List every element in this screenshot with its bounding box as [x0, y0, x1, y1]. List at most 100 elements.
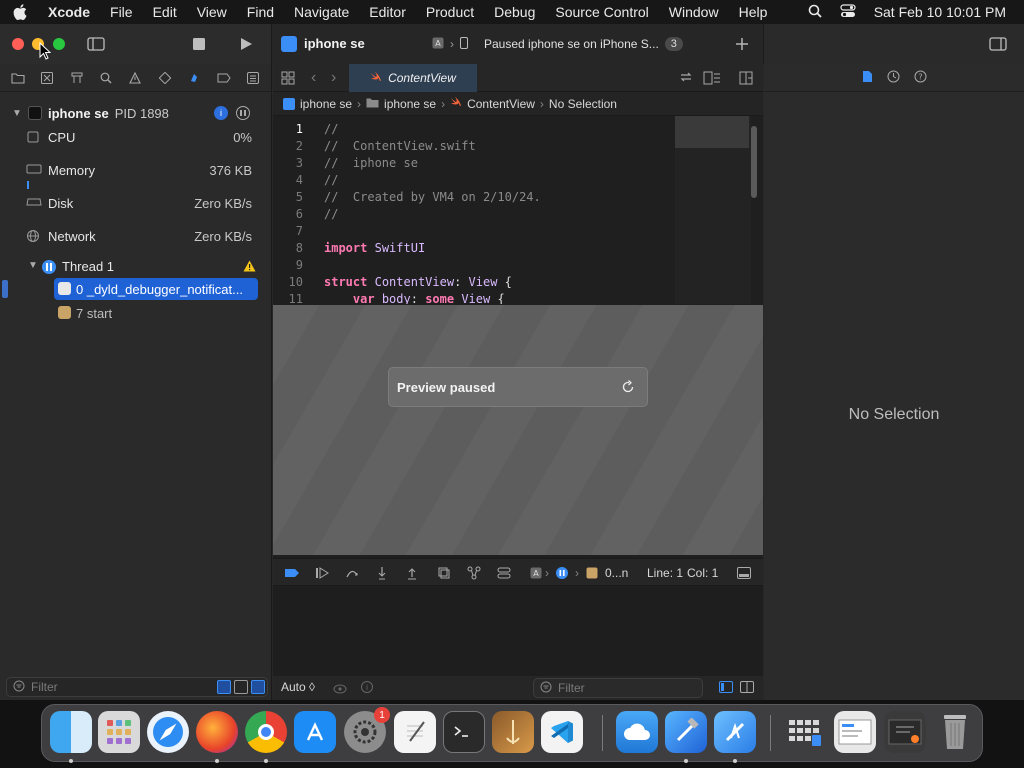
menu-navigate[interactable]: Navigate	[294, 4, 349, 20]
step-out-icon[interactable]	[403, 564, 421, 582]
breakpoints-toggle-icon[interactable]	[283, 564, 301, 582]
firefox-icon[interactable]	[196, 711, 238, 753]
close-window-button[interactable]	[12, 38, 24, 50]
right-pane-toggle-icon[interactable]	[740, 681, 754, 696]
filter-option-3-icon[interactable]	[251, 680, 265, 694]
console-filter[interactable]: Filter	[533, 678, 703, 698]
find-navigator-icon[interactable]	[96, 68, 115, 88]
minimap[interactable]	[675, 116, 751, 304]
breadcrumb-group[interactable]: iphone se	[384, 97, 436, 111]
filter-option-1-icon[interactable]	[217, 680, 231, 694]
file-inspector-icon[interactable]	[862, 70, 873, 86]
filter-option-2-icon[interactable]	[234, 680, 248, 694]
preview-canvas[interactable]: Preview paused	[273, 305, 763, 555]
memory-graph-icon[interactable]	[465, 564, 483, 582]
disclosure-open-icon[interactable]: ▼	[28, 260, 38, 271]
symbol-navigator-icon[interactable]	[67, 68, 86, 88]
screenshot-icon[interactable]	[834, 711, 876, 753]
apple-menu-icon[interactable]	[12, 4, 28, 20]
toggle-console-icon[interactable]	[735, 564, 753, 582]
step-into-icon[interactable]	[373, 564, 391, 582]
info-icon[interactable]: i	[214, 106, 228, 120]
refresh-preview-icon[interactable]	[621, 380, 637, 396]
zoom-window-button[interactable]	[53, 38, 65, 50]
control-center-icon[interactable]	[840, 3, 856, 21]
debug-navigator-icon[interactable]	[185, 68, 204, 88]
network-gauge[interactable]: Network Zero KB/s	[20, 225, 260, 255]
menu-view[interactable]: View	[197, 4, 227, 20]
terminal-icon[interactable]	[443, 711, 485, 753]
menu-clock[interactable]: Sat Feb 10 10:01 PM	[874, 4, 1006, 20]
downloads-icon[interactable]	[884, 711, 926, 753]
debug-frame-label[interactable]: 0...n	[605, 566, 628, 580]
activity-status[interactable]: A › Paused iphone se on iPhone S... 3	[432, 33, 683, 55]
warning-icon[interactable]	[243, 260, 256, 275]
report-navigator-icon[interactable]	[244, 68, 263, 88]
editor-options-icon[interactable]	[703, 71, 721, 88]
xcode-icon[interactable]	[665, 711, 707, 753]
disclosure-open-icon[interactable]: ▼	[12, 108, 24, 119]
stack-frame-row[interactable]: 7 start	[0, 302, 272, 324]
editor-grid-icon[interactable]	[281, 71, 295, 88]
memory-gauge[interactable]: Memory 376 KB	[20, 159, 260, 189]
console-mode-select[interactable]: Auto ◊	[281, 680, 315, 694]
info-circle-icon[interactable]: i	[361, 681, 373, 693]
breadcrumb-symbol[interactable]: No Selection	[549, 97, 617, 111]
eye-icon[interactable]	[333, 682, 347, 697]
back-chevron-icon[interactable]: ‹	[311, 69, 316, 87]
editor-scrollbar[interactable]	[751, 126, 757, 198]
disk-gauge[interactable]: Disk Zero KB/s	[20, 192, 260, 222]
continue-icon[interactable]	[313, 564, 331, 582]
safari-icon[interactable]	[147, 711, 189, 753]
finder-icon[interactable]	[50, 711, 92, 753]
breakpoint-navigator-icon[interactable]	[214, 68, 233, 88]
menu-editor[interactable]: Editor	[369, 4, 406, 20]
menu-window[interactable]: Window	[669, 4, 719, 20]
navigator-filter[interactable]: Filter	[6, 677, 268, 697]
grid-folder-icon[interactable]	[784, 711, 826, 753]
minimap-visible-region[interactable]	[675, 116, 749, 148]
thread-row[interactable]: ▼ Thread 1	[0, 256, 272, 278]
run-icon[interactable]	[236, 34, 256, 54]
test-navigator-icon[interactable]	[155, 68, 174, 88]
stop-icon[interactable]	[189, 34, 209, 54]
tab-contentview[interactable]: ContentView	[349, 64, 477, 92]
app-store-icon[interactable]	[294, 711, 336, 753]
debug-view-hierarchy-icon[interactable]	[435, 564, 453, 582]
preview-status-card[interactable]: Preview paused	[388, 367, 648, 407]
forward-chevron-icon[interactable]: ›	[331, 69, 336, 87]
source-control-navigator-icon[interactable]	[37, 68, 56, 88]
quick-help-icon[interactable]: ?	[914, 70, 927, 86]
history-inspector-icon[interactable]	[887, 70, 900, 86]
simulator-icon[interactable]	[714, 711, 756, 753]
menu-debug[interactable]: Debug	[494, 4, 535, 20]
menu-source-control[interactable]: Source Control	[555, 4, 648, 20]
add-tab-icon[interactable]	[732, 34, 752, 54]
vscode-icon[interactable]	[541, 711, 583, 753]
menu-find[interactable]: Find	[247, 4, 274, 20]
menu-app-name[interactable]: Xcode	[48, 4, 90, 20]
debug-console[interactable]	[273, 587, 763, 677]
menu-product[interactable]: Product	[426, 4, 474, 20]
instruments-icon[interactable]	[492, 711, 534, 753]
menu-file[interactable]: File	[110, 4, 133, 20]
left-pane-toggle-icon[interactable]	[719, 681, 733, 696]
breadcrumb-file[interactable]: ContentView	[467, 97, 535, 111]
process-row[interactable]: ▼ iphone se PID 1898 i	[0, 102, 272, 124]
step-over-icon[interactable]	[343, 564, 361, 582]
menu-help[interactable]: Help	[739, 4, 768, 20]
spotlight-search-icon[interactable]	[808, 4, 822, 21]
breadcrumb-project[interactable]: iphone se	[300, 97, 352, 111]
sidebar-toggle-icon[interactable]	[86, 34, 106, 54]
project-navigator-folder-icon[interactable]	[8, 68, 27, 88]
stack-frame-row[interactable]: 0 _dyld_debugger_notificat...	[0, 278, 272, 300]
pause-process-icon[interactable]	[236, 106, 250, 120]
status-count-badge[interactable]: 3	[664, 37, 683, 51]
launchpad-icon[interactable]	[98, 711, 140, 753]
environment-overrides-icon[interactable]	[495, 564, 513, 582]
icloud-icon[interactable]	[616, 711, 658, 753]
refresh-arrows-icon[interactable]	[679, 71, 693, 86]
trash-icon[interactable]	[934, 711, 976, 753]
textedit-icon[interactable]	[394, 711, 436, 753]
menu-edit[interactable]: Edit	[153, 4, 177, 20]
